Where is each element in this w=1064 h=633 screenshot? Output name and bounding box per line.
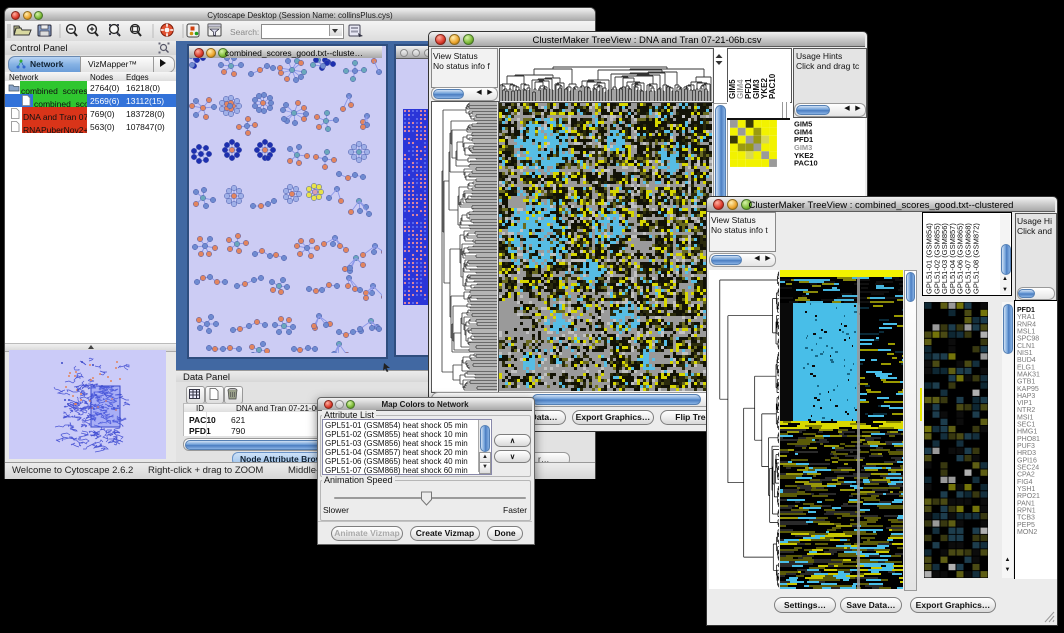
svg-text:KAP95: KAP95: [1017, 386, 1039, 393]
svg-text:PFD1: PFD1: [1017, 307, 1035, 314]
svg-text:PHO81: PHO81: [1017, 436, 1040, 443]
svg-text:PUF3: PUF3: [1017, 443, 1035, 450]
svg-text:VIP1: VIP1: [1017, 400, 1032, 407]
svg-text:BUD4: BUD4: [1017, 357, 1036, 364]
svg-text:RPO21: RPO21: [1017, 493, 1040, 500]
svg-text:RPN1: RPN1: [1017, 508, 1036, 515]
svg-text:TCB3: TCB3: [1017, 515, 1035, 522]
svg-text:GTB1: GTB1: [1017, 379, 1035, 386]
svg-text:RNR4: RNR4: [1017, 321, 1036, 328]
svg-text:NIS1: NIS1: [1017, 350, 1033, 357]
svg-text:CLN1: CLN1: [1017, 343, 1035, 350]
svg-text:NTR2: NTR2: [1017, 407, 1035, 414]
svg-text:HAP3: HAP3: [1017, 393, 1035, 400]
svg-text:PAC10: PAC10: [794, 159, 818, 167]
svg-text:FIG4: FIG4: [1017, 479, 1033, 486]
svg-text:PAC10: PAC10: [768, 73, 777, 99]
svg-text:PEP5: PEP5: [1017, 522, 1035, 529]
svg-text:ELG1: ELG1: [1017, 364, 1035, 371]
svg-text:PAN1: PAN1: [1017, 500, 1035, 507]
svg-text:SPC98: SPC98: [1017, 336, 1039, 343]
svg-text:MSI1: MSI1: [1017, 414, 1033, 421]
svg-text:SEC24: SEC24: [1017, 465, 1039, 472]
svg-text:HMG1: HMG1: [1017, 429, 1037, 436]
svg-text:YRA1: YRA1: [1017, 314, 1035, 321]
svg-text:MSL1: MSL1: [1017, 329, 1035, 336]
svg-text:SEC1: SEC1: [1017, 422, 1035, 429]
svg-text:CPA2: CPA2: [1017, 472, 1035, 479]
svg-text:HRD3: HRD3: [1017, 450, 1036, 457]
svg-text:GPI16: GPI16: [1017, 457, 1037, 464]
svg-text:GPL51-08 (GSM872): GPL51-08 (GSM872): [971, 223, 980, 294]
svg-text:YSH1: YSH1: [1017, 486, 1035, 493]
svg-text:MON2: MON2: [1017, 529, 1037, 536]
svg-text:MAK31: MAK31: [1017, 371, 1040, 378]
